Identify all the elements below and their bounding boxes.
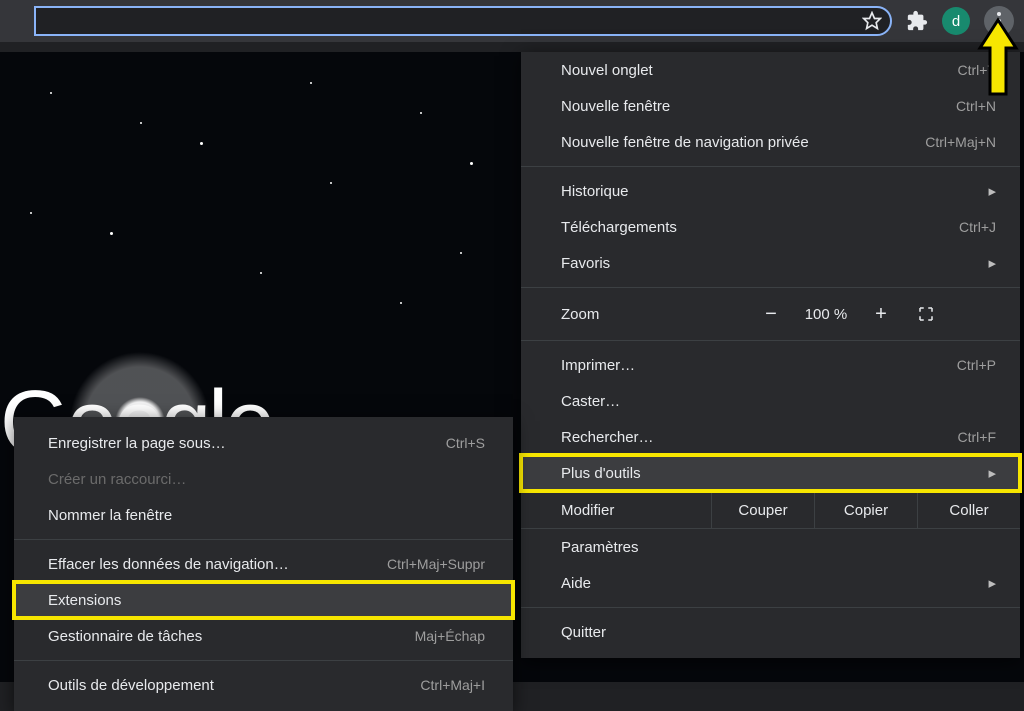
menu-label: Nouvelle fenêtre de navigation privée [561,134,809,151]
chevron-right-icon: ▸ [988,182,996,200]
separator [14,660,513,661]
menu-label: Rechercher… [561,429,654,446]
submenu-clear-browsing-data[interactable]: Effacer les données de navigation… Ctrl+… [14,546,513,582]
zoom-plus-button[interactable]: + [861,303,901,326]
main-menu: Nouvel onglet Ctrl+T Nouvelle fenêtre Ct… [521,52,1020,658]
avatar-letter: d [952,13,960,30]
shortcut: Ctrl+Maj+N [925,134,996,150]
menu-edit-row: Modifier Couper Copier Coller [521,491,1020,529]
submenu-extensions[interactable]: Extensions [14,582,513,618]
shortcut: Ctrl+Maj+Suppr [387,556,485,572]
submenu-create-shortcut: Créer un raccourci… [14,461,513,497]
menu-label: Favoris [561,255,610,272]
menu-more-tools[interactable]: Plus d'outils ▸ [521,455,1020,491]
fullscreen-button[interactable] [901,305,951,323]
shortcut: Ctrl+Maj+I [420,677,485,693]
chevron-right-icon: ▸ [988,574,996,592]
menu-label: Nouvelle fenêtre [561,98,670,115]
shortcut: Ctrl+J [959,219,996,235]
menu-label: Plus d'outils [561,465,641,482]
shortcut: Ctrl+S [446,435,485,451]
menu-label: Effacer les données de navigation… [48,556,289,573]
submenu-developer-tools[interactable]: Outils de développement Ctrl+Maj+I [14,667,513,703]
menu-quit[interactable]: Quitter [521,614,1020,650]
more-tools-submenu: Enregistrer la page sous… Ctrl+S Créer u… [14,417,513,711]
menu-new-window[interactable]: Nouvelle fenêtre Ctrl+N [521,88,1020,124]
menu-button[interactable] [984,6,1014,36]
menu-label: Extensions [48,592,121,609]
separator [521,166,1020,167]
separator [521,607,1020,608]
menu-label: Créer un raccourci… [48,471,186,488]
submenu-name-window[interactable]: Nommer la fenêtre [14,497,513,533]
shortcut: Ctrl+N [956,98,996,114]
profile-avatar[interactable]: d [942,7,970,35]
shortcut: Maj+Échap [415,628,485,644]
menu-settings[interactable]: Paramètres [521,529,1020,565]
menu-cast[interactable]: Caster… [521,383,1020,419]
menu-label: Nouvel onglet [561,62,653,79]
menu-label: Imprimer… [561,357,635,374]
menu-label: Outils de développement [48,677,214,694]
bookmark-star-icon[interactable] [862,11,882,31]
separator [521,287,1020,288]
submenu-task-manager[interactable]: Gestionnaire de tâches Maj+Échap [14,618,513,654]
menu-label: Quitter [561,624,606,641]
menu-label: Nommer la fenêtre [48,507,172,524]
menu-incognito[interactable]: Nouvelle fenêtre de navigation privée Ct… [521,124,1020,160]
menu-new-tab[interactable]: Nouvel onglet Ctrl+T [521,52,1020,88]
extensions-icon[interactable] [906,10,928,32]
separator [14,539,513,540]
menu-label: Gestionnaire de tâches [48,628,202,645]
browser-toolbar: d [0,0,1024,42]
menu-label: Téléchargements [561,219,677,236]
menu-bookmarks[interactable]: Favoris ▸ [521,245,1020,281]
menu-find[interactable]: Rechercher… Ctrl+F [521,419,1020,455]
paste-button[interactable]: Coller [917,492,1020,528]
zoom-minus-button[interactable]: − [751,303,791,326]
menu-label: Caster… [561,393,620,410]
edit-label: Modifier [561,502,711,519]
menu-help[interactable]: Aide ▸ [521,565,1020,601]
menu-print[interactable]: Imprimer… Ctrl+P [521,347,1020,383]
menu-history[interactable]: Historique ▸ [521,173,1020,209]
menu-label: Paramètres [561,539,639,556]
shortcut: Ctrl+P [957,357,996,373]
menu-zoom: Zoom − 100 % + [521,294,1020,334]
omnibox[interactable] [34,6,892,36]
menu-label: Aide [561,575,591,592]
zoom-label: Zoom [561,306,751,323]
menu-downloads[interactable]: Téléchargements Ctrl+J [521,209,1020,245]
shortcut: Ctrl+F [958,429,997,445]
separator [521,340,1020,341]
submenu-save-page-as[interactable]: Enregistrer la page sous… Ctrl+S [14,425,513,461]
zoom-value: 100 % [791,306,861,323]
cut-button[interactable]: Couper [711,492,814,528]
copy-button[interactable]: Copier [814,492,917,528]
chevron-right-icon: ▸ [988,254,996,272]
menu-label: Enregistrer la page sous… [48,435,226,452]
shortcut: Ctrl+T [958,62,997,78]
menu-label: Historique [561,183,629,200]
chevron-right-icon: ▸ [988,464,996,482]
